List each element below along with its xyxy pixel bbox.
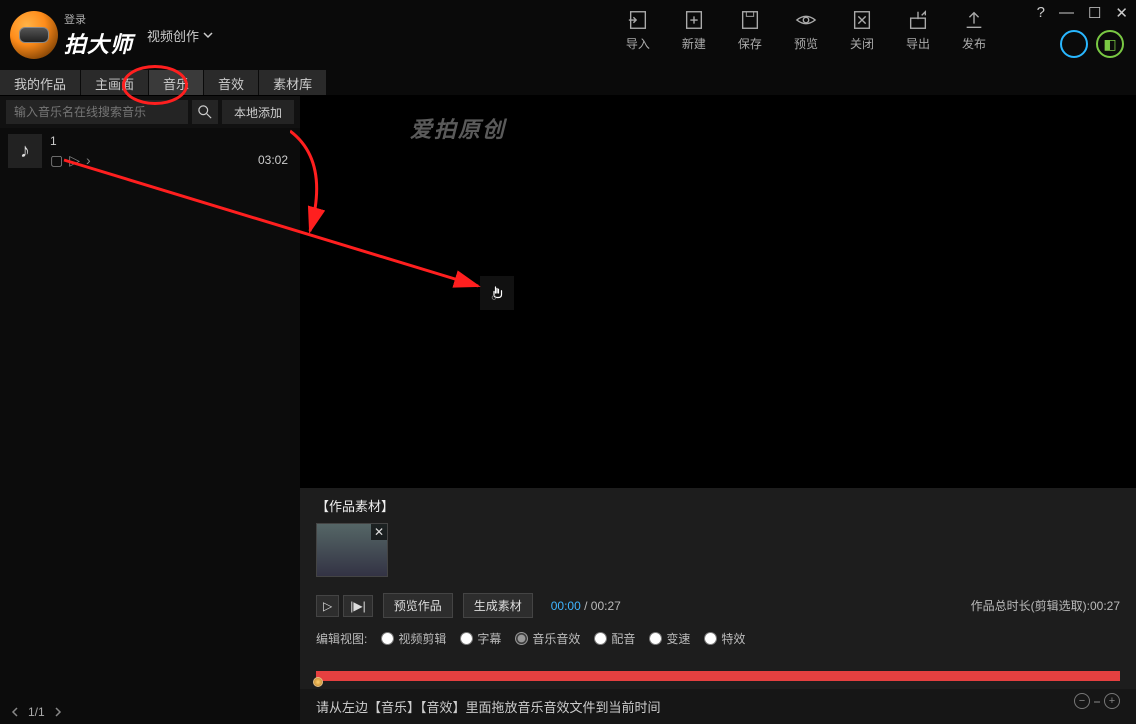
close-button[interactable]: 关闭: [850, 8, 874, 52]
timeline-track[interactable]: [316, 671, 1120, 681]
save-icon: [738, 8, 762, 32]
new-icon: [682, 8, 706, 32]
export-button[interactable]: 导出: [906, 8, 930, 52]
save-button[interactable]: 保存: [738, 8, 762, 52]
radio-music-sfx[interactable]: 音乐音效: [515, 630, 580, 647]
import-icon: [626, 8, 650, 32]
close-icon[interactable]: ✕: [1115, 4, 1128, 22]
pager: 1/1: [0, 700, 300, 724]
app-logo: 登录 拍大师: [10, 11, 133, 59]
login-link[interactable]: 登录: [64, 11, 133, 27]
new-button[interactable]: 新建: [682, 8, 706, 52]
zoom-in-button[interactable]: +: [1104, 693, 1120, 709]
import-button[interactable]: 导入: [626, 8, 650, 52]
tab-main-screen[interactable]: 主画面: [81, 70, 148, 95]
hand-cursor-icon: [480, 276, 514, 310]
music-item[interactable]: ♪ 1 ▢ ▷ › 03:02: [0, 128, 300, 175]
minimize-icon[interactable]: —: [1059, 4, 1074, 22]
zoom-slider-icon[interactable]: ⎯: [1094, 694, 1100, 709]
zoom-out-button[interactable]: −: [1074, 693, 1090, 709]
preview-label: 预览: [794, 35, 818, 52]
tab-sfx[interactable]: 音效: [204, 70, 258, 95]
tab-music[interactable]: 音乐: [149, 70, 203, 95]
publish-button[interactable]: 发布: [962, 8, 986, 52]
search-button[interactable]: [192, 100, 218, 124]
total-duration-label: 作品总时长(剪辑选取):00:27: [971, 597, 1120, 614]
play-button[interactable]: ▷: [316, 595, 339, 617]
radio-speed[interactable]: 变速: [649, 630, 690, 647]
music-action-delete-icon[interactable]: ▢: [50, 152, 63, 169]
mode-label: 视频创作: [147, 26, 199, 45]
logo-icon: [10, 11, 58, 59]
preview-button[interactable]: 预览: [794, 8, 818, 52]
preview-work-button[interactable]: 预览作品: [383, 593, 453, 618]
watermark: 爱拍原创: [410, 112, 506, 144]
search-icon: [198, 105, 212, 119]
music-note-icon: ♪: [8, 134, 42, 168]
new-label: 新建: [682, 35, 706, 52]
tab-library[interactable]: 素材库: [259, 70, 326, 95]
radio-subtitle[interactable]: 字幕: [460, 630, 501, 647]
export-icon: [906, 8, 930, 32]
pager-prev-icon[interactable]: [10, 707, 20, 717]
tab-my-works[interactable]: 我的作品: [0, 70, 80, 95]
chevron-down-icon: [203, 30, 213, 40]
edit-view-label: 编辑视图:: [316, 630, 367, 647]
help-icon[interactable]: ?: [1037, 4, 1045, 22]
close-doc-icon: [850, 8, 874, 32]
preview-area: 爱拍原创: [300, 96, 1136, 488]
import-label: 导入: [626, 35, 650, 52]
timeline-playhead[interactable]: [313, 677, 323, 687]
publish-icon: [962, 8, 986, 32]
maximize-icon[interactable]: ☐: [1088, 4, 1101, 22]
music-duration: 03:02: [258, 153, 292, 169]
save-label: 保存: [738, 35, 762, 52]
asset-thumbnail[interactable]: ✕: [316, 523, 388, 577]
radio-dub[interactable]: 配音: [594, 630, 635, 647]
music-action-more-icon[interactable]: ›: [86, 152, 91, 169]
time-display: 00:00 / 00:27: [551, 599, 621, 613]
assets-title: 【作品素材】: [316, 496, 1120, 515]
android-icon[interactable]: ◧: [1096, 30, 1124, 58]
export-label: 导出: [906, 35, 930, 52]
time-total: 00:27: [591, 599, 621, 613]
step-button[interactable]: |▶|: [343, 595, 372, 617]
close-label: 关闭: [850, 35, 874, 52]
music-list: ♪ 1 ▢ ▷ › 03:02: [0, 128, 300, 700]
music-title: 1: [50, 134, 250, 148]
pager-text: 1/1: [28, 705, 45, 719]
eye-icon: [794, 8, 818, 32]
edit-view-row: 编辑视图: 视频剪辑 字幕 音乐音效 配音 变速 特效: [300, 624, 1136, 653]
generate-asset-button[interactable]: 生成素材: [463, 593, 533, 618]
local-add-button[interactable]: 本地添加: [222, 100, 294, 124]
search-input[interactable]: [6, 100, 188, 124]
mode-dropdown[interactable]: 视频创作: [147, 26, 213, 45]
apple-icon[interactable]: [1060, 30, 1088, 58]
sub-tabs: 我的作品 主画面 音乐 音效 素材库: [0, 70, 1136, 96]
radio-video-cut[interactable]: 视频剪辑: [381, 630, 446, 647]
music-action-play-icon[interactable]: ▷: [69, 152, 80, 169]
hint-text: 请从左边【音乐】【音效】里面拖放音乐音效文件到当前时间: [300, 689, 1136, 724]
pager-next-icon[interactable]: [53, 707, 63, 717]
publish-label: 发布: [962, 35, 986, 52]
asset-remove-icon[interactable]: ✕: [371, 524, 387, 540]
app-name: 拍大师: [64, 27, 133, 59]
radio-fx[interactable]: 特效: [704, 630, 745, 647]
time-current: 00:00: [551, 599, 581, 613]
